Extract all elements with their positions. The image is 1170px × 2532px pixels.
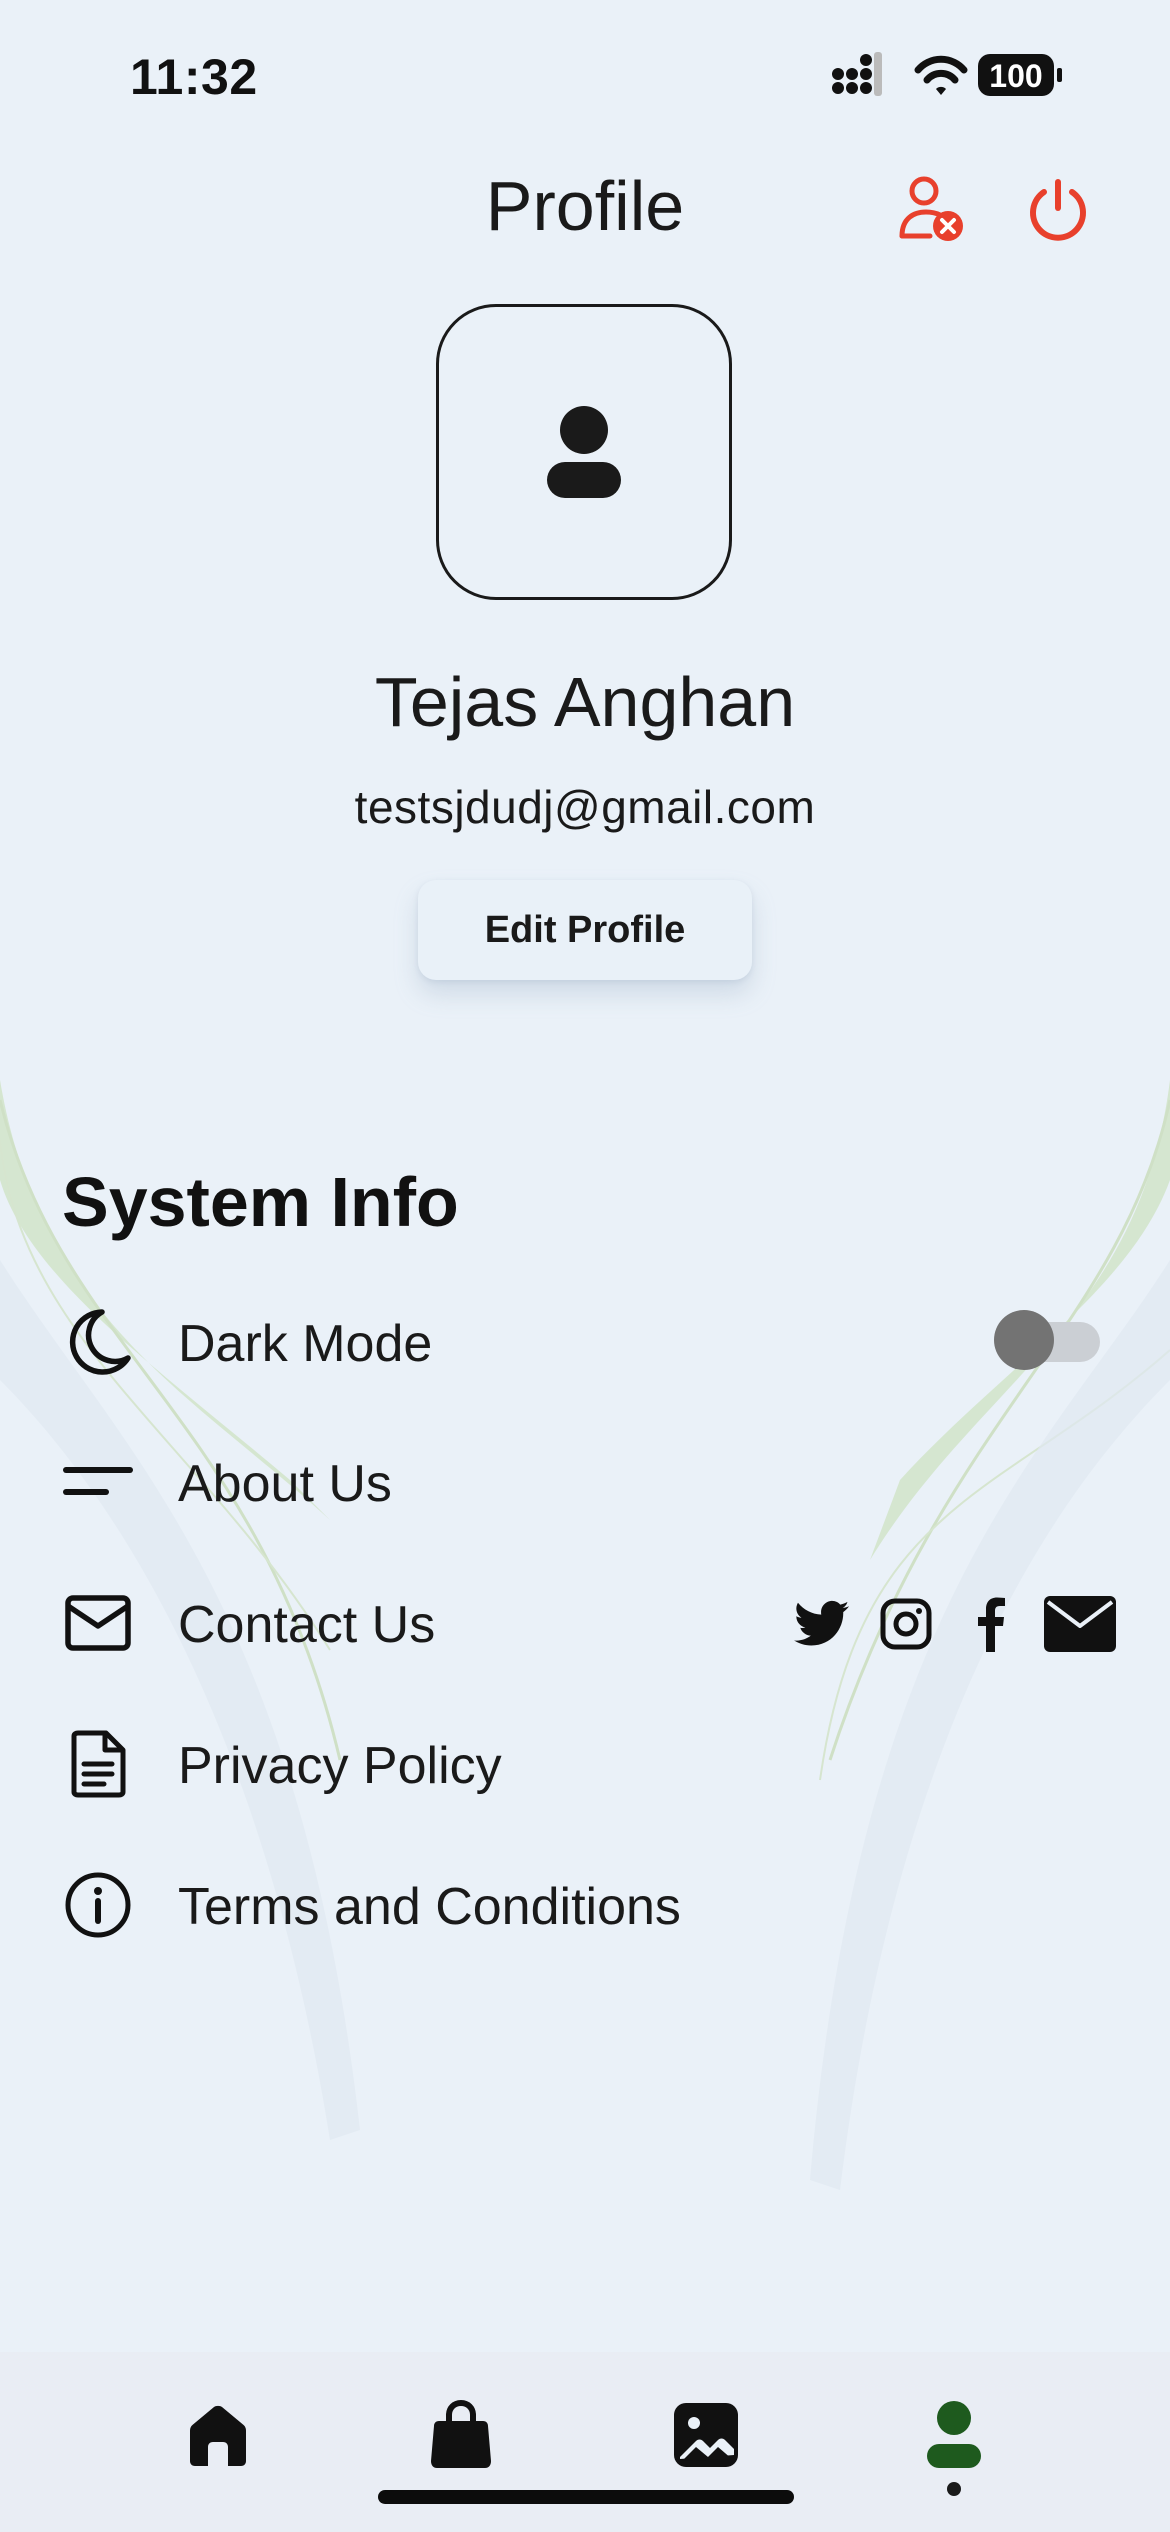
mail-icon[interactable] — [1044, 1594, 1116, 1654]
bottom-nav — [0, 2352, 1170, 2532]
profile-icon — [927, 2401, 981, 2468]
gallery-icon — [674, 2403, 738, 2467]
nav-home[interactable] — [178, 2395, 258, 2475]
status-icons: 100 — [832, 52, 1062, 96]
nav-shop[interactable] — [421, 2395, 501, 2475]
twitter-icon[interactable] — [792, 1594, 852, 1654]
terms-label: Terms and Conditions — [178, 1878, 681, 1936]
menu-lines-icon — [60, 1444, 136, 1520]
facebook-icon[interactable] — [960, 1594, 1020, 1654]
edit-profile-button[interactable]: Edit Profile — [418, 880, 752, 980]
profile-screen: 11:32 100 Profile Tejas Anghan testsjdud… — [0, 0, 1170, 2532]
about-us-label: About Us — [178, 1455, 392, 1513]
power-icon — [1030, 179, 1086, 241]
section-title: System Info — [62, 1163, 459, 1241]
user-email: testsjdudj@gmail.com — [354, 781, 816, 833]
privacy-policy-row[interactable]: Privacy Policy — [0, 1708, 1170, 1818]
page-title: Profile — [485, 167, 685, 245]
active-indicator-dot — [947, 2482, 961, 2496]
dark-mode-toggle[interactable] — [994, 1310, 1100, 1370]
nav-profile[interactable] — [914, 2395, 994, 2475]
delete-account-button[interactable] — [892, 170, 972, 250]
toggle-knob — [994, 1310, 1054, 1370]
logout-button[interactable] — [1018, 170, 1098, 250]
envelope-icon — [60, 1585, 136, 1661]
wifi-icon — [914, 55, 968, 95]
document-icon — [60, 1726, 136, 1802]
privacy-policy-label: Privacy Policy — [178, 1737, 502, 1795]
terms-row[interactable]: Terms and Conditions — [0, 1849, 1170, 1959]
moon-icon — [60, 1304, 136, 1380]
user-name: Tejas Anghan — [374, 663, 796, 741]
dark-mode-label: Dark Mode — [178, 1315, 433, 1373]
bag-icon — [431, 2399, 491, 2468]
info-icon — [60, 1867, 136, 1943]
instagram-icon[interactable] — [876, 1594, 936, 1654]
status-time: 11:32 — [130, 49, 258, 105]
about-us-row[interactable]: About Us — [0, 1426, 1170, 1536]
user-remove-icon — [899, 176, 963, 241]
battery-level: 100 — [989, 58, 1042, 94]
contact-us-label: Contact Us — [178, 1596, 436, 1654]
signal-icon — [832, 52, 882, 96]
home-icon — [190, 2405, 246, 2466]
avatar[interactable] — [436, 304, 732, 600]
home-indicator[interactable] — [378, 2490, 794, 2504]
nav-gallery[interactable] — [666, 2395, 746, 2475]
person-icon — [547, 406, 621, 498]
